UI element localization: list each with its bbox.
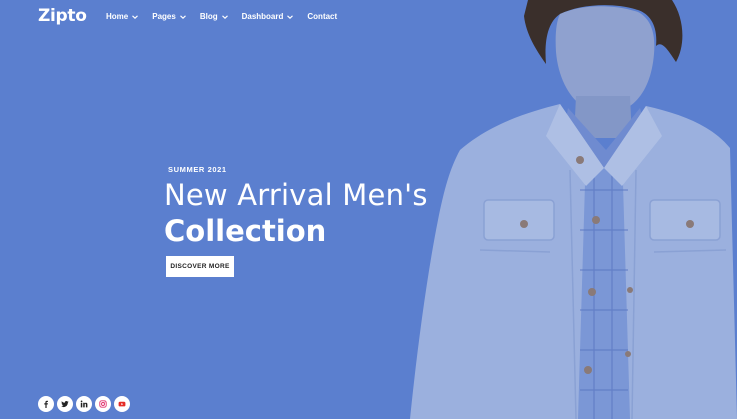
linkedin-icon: [80, 400, 88, 408]
hero-subheadline: Collection: [164, 214, 327, 248]
nav-item-contact[interactable]: Contact: [307, 12, 337, 21]
discover-more-button[interactable]: DISCOVER MORE: [166, 256, 234, 277]
nav-item-home[interactable]: Home: [106, 12, 139, 21]
chevron-down-icon: [132, 14, 139, 19]
facebook-icon: [44, 400, 48, 408]
nav-item-dashboard[interactable]: Dashboard: [242, 12, 295, 21]
brand-logo[interactable]: Zipto: [38, 6, 87, 26]
youtube-icon: [118, 401, 126, 407]
twitter-button[interactable]: [57, 396, 73, 412]
chevron-down-icon: [221, 14, 228, 19]
chevron-down-icon: [179, 14, 186, 19]
nav-item-label: Dashboard: [241, 12, 284, 21]
hero-eyebrow: SUMMER 2021: [168, 165, 227, 174]
hero-headline: New Arrival Men's: [164, 178, 428, 212]
social-links: [38, 396, 130, 412]
hero-section: Zipto Home Pages Blog Dashboard Contact …: [0, 0, 737, 419]
instagram-icon: [99, 400, 107, 408]
youtube-button[interactable]: [114, 396, 130, 412]
facebook-button[interactable]: [38, 396, 54, 412]
nav-item-label: Blog: [199, 12, 218, 21]
linkedin-button[interactable]: [76, 396, 92, 412]
model-image: [410, 0, 737, 419]
nav-item-label: Contact: [307, 12, 338, 21]
main-nav: Home Pages Blog Dashboard Contact: [106, 12, 350, 21]
nav-item-blog[interactable]: Blog: [200, 12, 229, 21]
nav-item-label: Home: [106, 12, 129, 21]
nav-item-pages[interactable]: Pages: [152, 12, 187, 21]
chevron-down-icon: [287, 14, 294, 19]
twitter-icon: [61, 401, 69, 408]
nav-item-label: Pages: [152, 12, 176, 21]
instagram-button[interactable]: [95, 396, 111, 412]
